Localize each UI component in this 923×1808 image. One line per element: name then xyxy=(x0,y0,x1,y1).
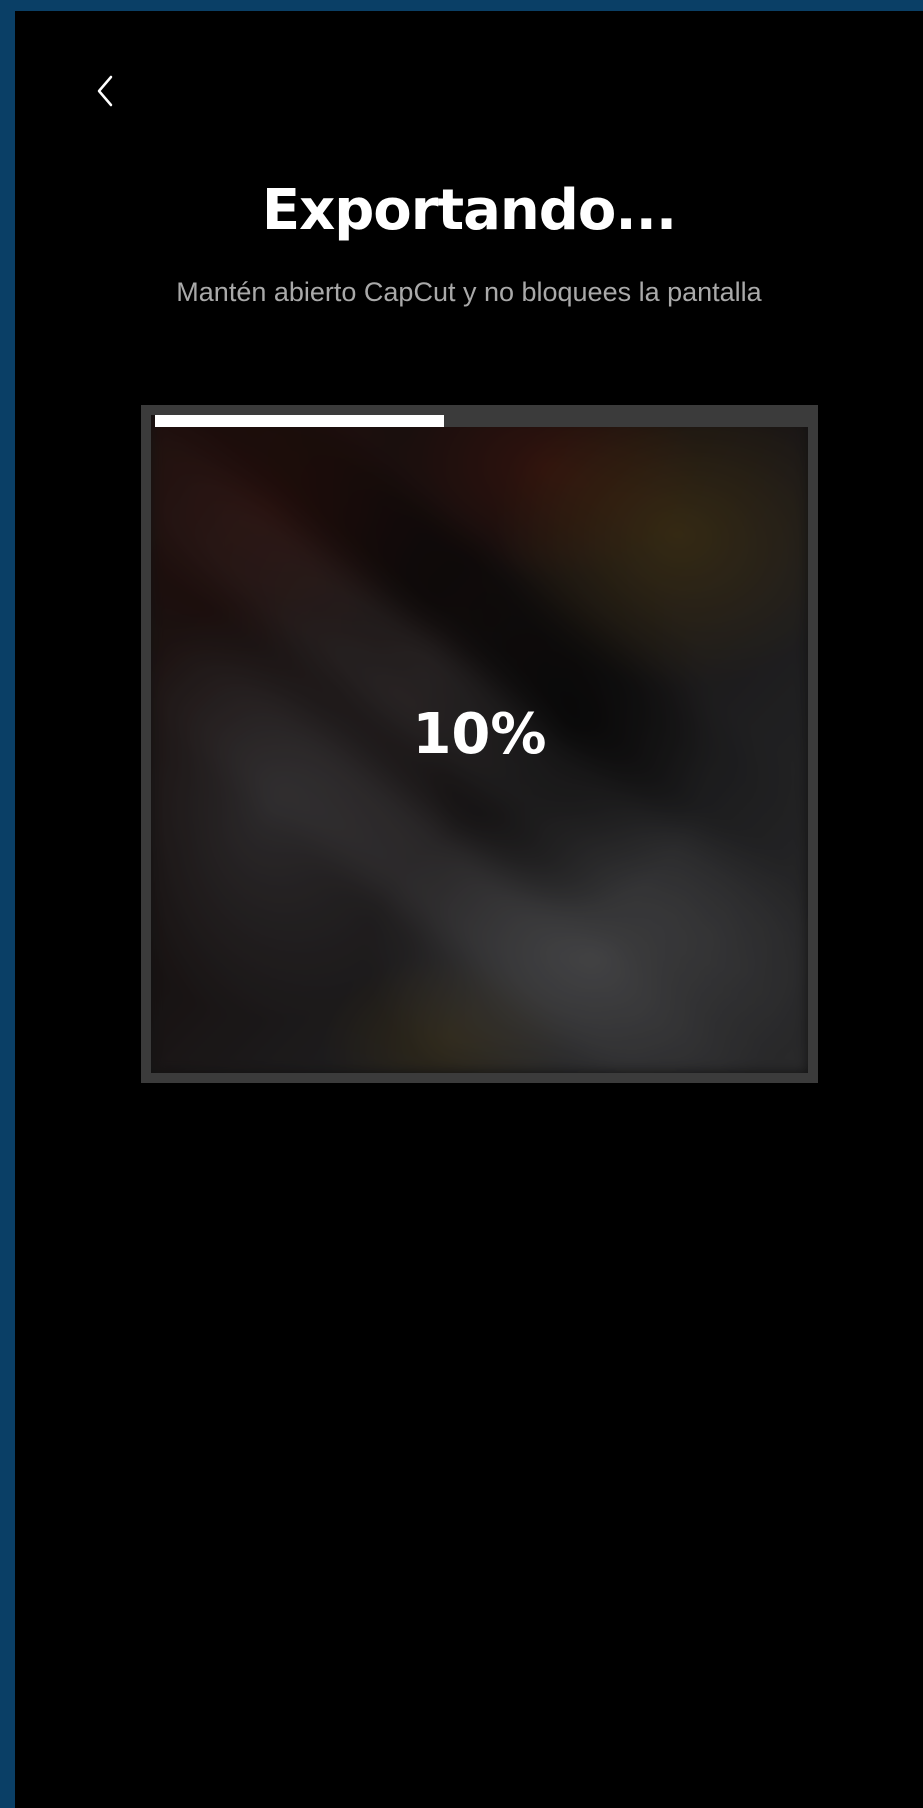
export-progress-percent: 10% xyxy=(412,702,547,767)
page-title: Exportando... xyxy=(261,178,677,243)
video-preview: 10% xyxy=(141,405,818,1083)
export-progress-fill xyxy=(155,415,445,427)
back-button[interactable] xyxy=(77,63,133,119)
export-progress-bar xyxy=(155,415,818,427)
export-screen: Exportando... Mantén abierto CapCut y no… xyxy=(15,11,923,1808)
chevron-left-icon xyxy=(97,75,113,107)
export-instructions: Mantén abierto CapCut y no bloquees la p… xyxy=(176,277,762,307)
